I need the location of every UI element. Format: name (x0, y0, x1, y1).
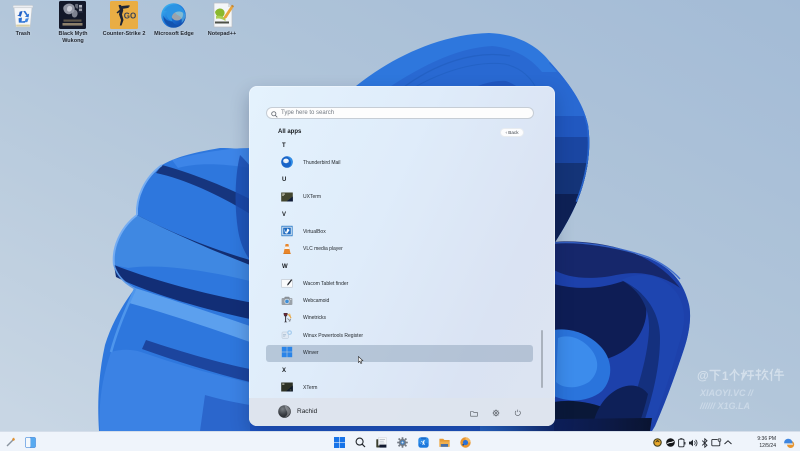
svg-text:GO: GO (124, 12, 136, 21)
svg-text:@: @ (697, 369, 709, 383)
svg-text:1: 1 (722, 371, 729, 382)
